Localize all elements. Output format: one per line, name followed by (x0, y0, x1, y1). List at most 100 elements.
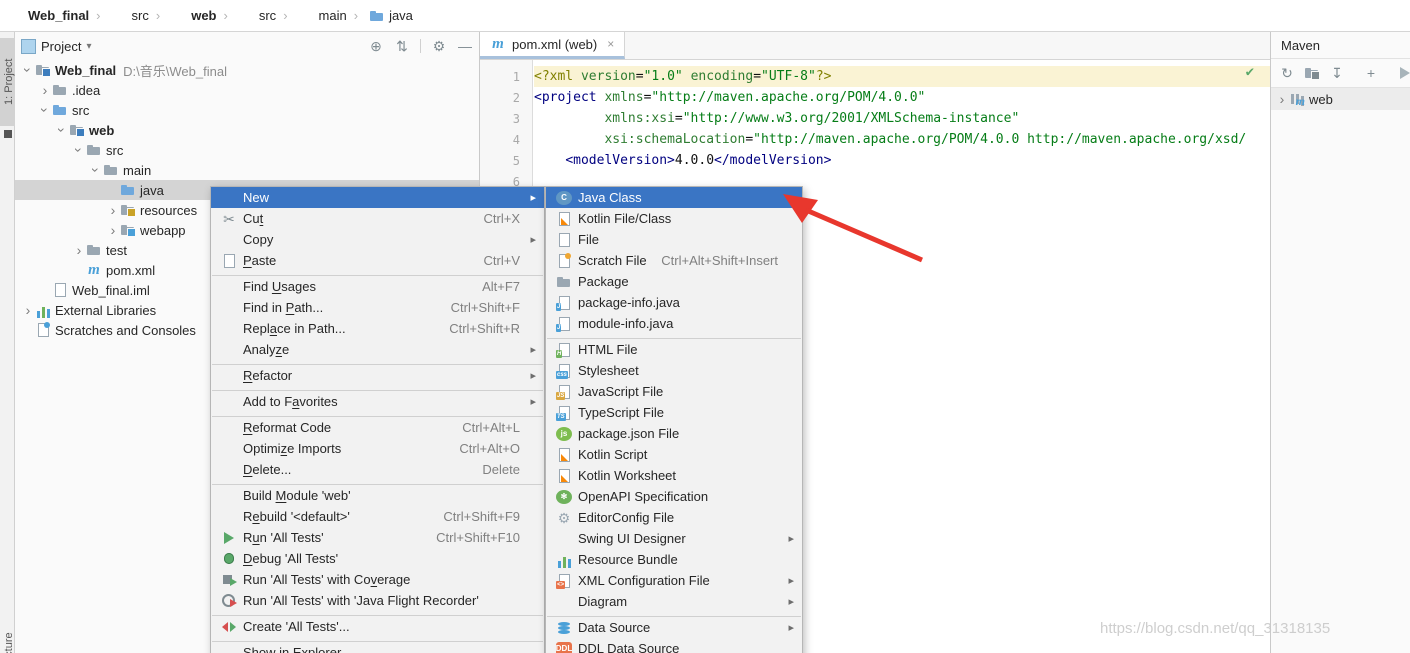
tree-chevron-icon[interactable]: › (38, 83, 52, 97)
settings-icon: ⚙ (431, 38, 447, 54)
menu-item[interactable]: ✻ OpenAPI Specification (546, 486, 802, 507)
menu-item[interactable]: Resource Bundle (546, 549, 802, 570)
resource-bundle-icon (556, 552, 572, 568)
breadcrumb-item[interactable]: src (89, 8, 149, 23)
locate-button[interactable]: ⊕ (368, 38, 384, 54)
run-maven-button[interactable] (1397, 65, 1410, 81)
tree-row[interactable]: › main (15, 160, 479, 180)
breadcrumb-item[interactable]: Web_final (8, 8, 89, 23)
menu-item[interactable]: Refactor ▸ (211, 365, 544, 386)
tree-label: Web_final.iml (72, 283, 150, 298)
menu-item[interactable]: ✂ Cut Ctrl+X (211, 208, 544, 229)
project-view-selector[interactable]: Project ▾ (21, 39, 368, 54)
breadcrumb-item[interactable]: web (149, 8, 217, 23)
tree-chevron-icon[interactable]: › (106, 223, 120, 237)
add-icon: + (1363, 65, 1379, 81)
breadcrumb-label: java (389, 8, 413, 23)
menu-item[interactable]: H HTML File (546, 339, 802, 360)
tree-chevron-icon[interactable]: › (89, 163, 103, 177)
settings-button[interactable]: ⚙ (431, 38, 447, 54)
menu-item[interactable]: J module-info.java (546, 313, 802, 334)
menu-item[interactable]: JS JavaScript File (546, 381, 802, 402)
menu-item[interactable]: Data Source ▸ (546, 617, 802, 638)
menu-item[interactable]: ⚙ EditorConfig File (546, 507, 802, 528)
menu-item[interactable]: Copy ▸ (211, 229, 544, 250)
menu-item[interactable]: Kotlin Worksheet (546, 465, 802, 486)
menu-item[interactable]: Optimize Imports Ctrl+Alt+O (211, 438, 544, 459)
tree-chevron-icon[interactable]: › (106, 203, 120, 217)
menu-item[interactable]: Run 'All Tests' with 'Java Flight Record… (211, 590, 544, 611)
menu-item[interactable]: Kotlin Script (546, 444, 802, 465)
hide-button[interactable]: — (457, 38, 473, 54)
menu-item[interactable]: css Stylesheet (546, 360, 802, 381)
menu-item[interactable]: Kotlin File/Class (546, 208, 802, 229)
menu-item[interactable]: C Java Class (546, 187, 802, 208)
menu-item-label: Stylesheet (578, 363, 772, 378)
submenu-arrow-icon: ▸ (526, 369, 536, 382)
tree-row[interactable]: › Web_final D:\音乐\Web_final (15, 60, 479, 80)
menu-item[interactable]: Find in Path... Ctrl+Shift+F (211, 297, 544, 318)
tree-chevron-icon[interactable]: › (21, 63, 35, 77)
menu-item[interactable]: Find Usages Alt+F7 (211, 276, 544, 297)
menu-shortcut: Ctrl+Shift+F (451, 300, 520, 315)
project-stripe-label[interactable]: 1: Project (0, 42, 15, 122)
refresh-button[interactable]: ↻ (1279, 65, 1295, 81)
tree-chevron-icon[interactable]: › (38, 103, 52, 117)
menu-item[interactable]: Replace in Path... Ctrl+Shift+R (211, 318, 544, 339)
structure-stripe-label[interactable]: Structure (0, 624, 15, 653)
tree-label: resources (140, 203, 197, 218)
tree-chevron-icon[interactable]: › (72, 243, 86, 257)
maven-panel: Maven ↻↧+ › m web (1270, 32, 1410, 653)
menu-item[interactable]: Scratch File Ctrl+Alt+Shift+Insert (546, 250, 802, 271)
menu-item[interactable]: Run 'All Tests' with Coverage (211, 569, 544, 590)
tab-pom-xml[interactable]: m pom.xml (web) × (480, 32, 625, 59)
maven-module-row[interactable]: › m web (1271, 88, 1410, 110)
menu-item[interactable]: js package.json File (546, 423, 802, 444)
tree-chevron-icon[interactable]: › (1275, 92, 1289, 106)
menu-item[interactable]: New ▸ (211, 187, 544, 208)
tree-row[interactable]: › web (15, 120, 479, 140)
menu-item[interactable]: Add to Favorites ▸ (211, 391, 544, 412)
download-sources-button[interactable]: ↧ (1329, 65, 1345, 81)
menu-item[interactable]: Paste Ctrl+V (211, 250, 544, 271)
tab-label: pom.xml (web) (512, 37, 597, 52)
menu-item-label: Reformat Code (243, 420, 456, 435)
tree-row[interactable]: › src (15, 140, 479, 160)
menu-item[interactable]: TS TypeScript File (546, 402, 802, 423)
menu-item[interactable]: Run 'All Tests' Ctrl+Shift+F10 (211, 527, 544, 548)
file-icon (556, 232, 572, 248)
menu-item[interactable]: DDL DDL Data Source (546, 638, 802, 653)
menu-item[interactable]: Diagram ▸ (546, 591, 802, 612)
close-icon[interactable]: × (607, 37, 614, 51)
menu-item[interactable]: <> XML Configuration File ▸ (546, 570, 802, 591)
menu-item[interactable]: Create 'All Tests'... (211, 616, 544, 637)
tree-row[interactable]: › src (15, 100, 479, 120)
menu-item[interactable]: Debug 'All Tests' (211, 548, 544, 569)
breadcrumb-item[interactable]: main (276, 8, 347, 23)
menu-item[interactable]: Analyze ▸ (211, 339, 544, 360)
menu-item[interactable]: Reformat Code Ctrl+Alt+L (211, 417, 544, 438)
add-button[interactable]: + (1363, 65, 1379, 81)
menu-item[interactable]: J package-info.java (546, 292, 802, 313)
breadcrumb-item[interactable]: java (347, 8, 413, 24)
menu-item[interactable]: Package (546, 271, 802, 292)
menu-item-label: Debug 'All Tests' (243, 551, 514, 566)
menu-item[interactable]: Swing UI Designer ▸ (546, 528, 802, 549)
menu-item[interactable]: Build Module 'web' (211, 485, 544, 506)
tree-chevron-icon[interactable]: › (72, 143, 86, 157)
tree-label: src (106, 143, 123, 158)
menu-item[interactable]: Delete... Delete (211, 459, 544, 480)
breadcrumb-item[interactable]: src (217, 8, 277, 23)
folder-gray-icon (52, 82, 68, 98)
menu-item[interactable]: Rebuild '<default>' Ctrl+Shift+F9 (211, 506, 544, 527)
tree-row[interactable]: › .idea (15, 80, 479, 100)
folder-blue-icon (120, 182, 136, 198)
maven-reload-button[interactable] (1304, 65, 1320, 81)
menu-item[interactable]: Show in Explorer (211, 642, 544, 653)
java-file-icon: J (556, 295, 572, 311)
tree-chevron-icon[interactable]: › (21, 303, 35, 317)
menu-item[interactable]: File (546, 229, 802, 250)
inspections-ok-icon[interactable]: ✔ (1246, 64, 1254, 80)
collapse-all-button[interactable]: ⇅ (394, 38, 410, 54)
tree-chevron-icon[interactable]: › (55, 123, 69, 137)
